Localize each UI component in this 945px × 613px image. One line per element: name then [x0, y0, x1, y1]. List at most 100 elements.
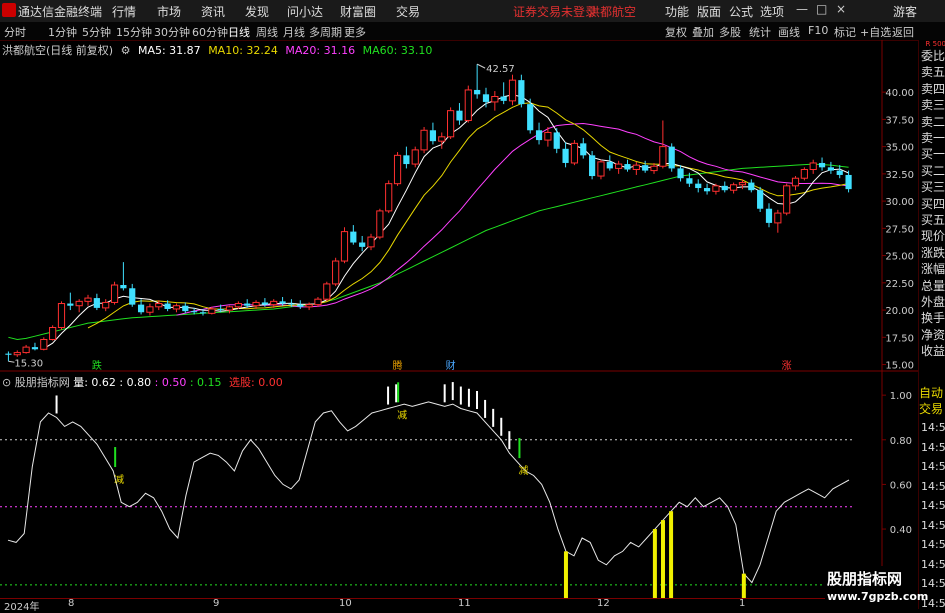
menu-quotes[interactable]: 行情: [112, 3, 136, 20]
candle-body-up: [809, 162, 817, 171]
draw-line-button[interactable]: 画线: [778, 24, 800, 40]
menu-ask[interactable]: 问小达: [287, 3, 323, 20]
candle-body-down: [765, 208, 773, 223]
f10-button[interactable]: F10: [808, 24, 828, 37]
candle-body-up: [155, 303, 163, 308]
period-tab-more[interactable]: 更多: [344, 24, 366, 40]
candle-body-up: [270, 300, 278, 306]
menu-wealth[interactable]: 财富圈: [340, 3, 376, 20]
period-tab-multi[interactable]: 多周期: [309, 24, 342, 40]
buy-signal-bar: [669, 511, 674, 598]
menu-formula[interactable]: 公式: [729, 3, 753, 20]
candle: [721, 181, 728, 193]
indicator-chart[interactable]: 1.000.800.600.400.20减减减: [0, 372, 918, 598]
watermark-logo: 股朋指标网 www.7gpzb.com: [825, 566, 928, 609]
candle: [624, 159, 631, 172]
period-tab-60min[interactable]: 60分钟: [192, 24, 228, 40]
menu-function[interactable]: 功能: [665, 3, 689, 20]
candle: [57, 301, 66, 330]
candle-body-down: [129, 288, 136, 305]
back-button[interactable]: 返回: [892, 24, 914, 40]
candle-body-up: [84, 297, 92, 302]
candle: [606, 155, 613, 171]
period-tab-daily[interactable]: 日线: [228, 24, 250, 40]
candle-body-up: [464, 89, 472, 121]
candle-body-down: [199, 312, 207, 314]
close-window-button[interactable]: ×: [836, 2, 846, 16]
candle-body-down: [580, 143, 587, 156]
menu-layout[interactable]: 版面: [697, 3, 721, 20]
period-tab-weekly[interactable]: 周线: [256, 24, 278, 40]
x-axis: 2024年 8 9 10 11 12 1: [0, 598, 918, 613]
x-tick-2024: 2024年: [4, 602, 40, 613]
multi-stock-button[interactable]: 多股: [719, 24, 741, 40]
auto-trade-button[interactable]: 自动 交易: [919, 385, 945, 417]
menu-news[interactable]: 资讯: [201, 3, 225, 20]
add-watchlist-button[interactable]: +自选: [860, 24, 891, 40]
candle-body-down: [191, 311, 198, 313]
ind-y-tick-label: 0.40: [890, 525, 912, 536]
ma20-line: [176, 122, 849, 316]
candle: [562, 142, 569, 168]
candle-body-up: [420, 129, 428, 151]
candle-body-down: [120, 285, 127, 289]
candle-body-down: [668, 146, 675, 169]
minimize-button[interactable]: —: [796, 2, 808, 16]
mark-button[interactable]: 标记: [834, 24, 856, 40]
candle-body-down: [818, 162, 826, 168]
candle-body-up: [447, 110, 455, 138]
trade-time-6: 14:56: [921, 538, 945, 551]
candle: [659, 120, 667, 169]
period-tab-intraday[interactable]: 分时: [4, 24, 26, 40]
candle-body-up: [367, 236, 375, 248]
candle-body-up: [791, 177, 800, 187]
guest-user[interactable]: 游客: [893, 3, 917, 20]
quote-field-3: 卖三: [921, 98, 945, 113]
candle-body-down: [748, 182, 755, 191]
period-tab-5min[interactable]: 5分钟: [82, 24, 111, 40]
candle: [677, 165, 684, 182]
buy-signal-bar: [652, 529, 657, 598]
quote-field-18: 收益: [921, 344, 945, 359]
statistics-button[interactable]: 统计: [749, 24, 771, 40]
candle-body-down: [624, 164, 631, 170]
overlay-button[interactable]: 叠加: [692, 24, 714, 40]
trade-time-7: 14:56: [921, 557, 945, 571]
candle-body-down: [500, 96, 507, 101]
candle: [748, 179, 755, 193]
candle-body-down: [677, 168, 684, 179]
menu-trade[interactable]: 交易: [396, 3, 420, 20]
indicator-line: [7, 401, 850, 584]
auto-trade-label-2: 交易: [919, 402, 944, 416]
candle: [491, 91, 499, 111]
candle-body-up: [323, 283, 331, 300]
candle-body-down: [845, 174, 852, 190]
candle-body-down: [456, 110, 463, 121]
menu-options[interactable]: 选项: [760, 3, 784, 20]
title-bar: 通达信金融终端 行情 市场 资讯 发现 问小达 财富圈 交易 证券交易未登录 洪…: [0, 0, 945, 23]
candle: [314, 296, 322, 307]
watermark-title: 股朋指标网: [827, 570, 903, 588]
menu-market[interactable]: 市场: [157, 3, 181, 20]
candle: [129, 283, 136, 307]
candle-body-down: [642, 165, 649, 171]
restore-rights-button[interactable]: 复权: [665, 24, 687, 40]
candle: [632, 161, 640, 175]
period-tab-15min[interactable]: 15分钟: [116, 24, 152, 40]
candlestick-chart[interactable]: 40.00 37.50 35.00 32.50 30.00 27.50 25.00 22.50…: [0, 40, 918, 372]
candle-body-down: [606, 161, 613, 169]
candle-body-down: [721, 185, 728, 191]
sell-warning-label: 减: [518, 465, 528, 477]
candle-body-down: [482, 94, 490, 102]
period-tab-monthly[interactable]: 月线: [283, 24, 305, 40]
candle-body-down: [93, 298, 100, 308]
period-tab-1min[interactable]: 1分钟: [48, 24, 77, 40]
login-warning[interactable]: 证券交易未登录: [513, 3, 597, 20]
quote-field-15: 外盘: [921, 295, 945, 309]
candle: [332, 257, 340, 287]
y-tick-label: 20.00: [885, 306, 914, 317]
period-tab-30min[interactable]: 30分钟: [154, 24, 190, 40]
maximize-button[interactable]: □: [816, 2, 827, 16]
menu-discover[interactable]: 发现: [245, 3, 269, 20]
candle-body-up: [376, 210, 384, 238]
